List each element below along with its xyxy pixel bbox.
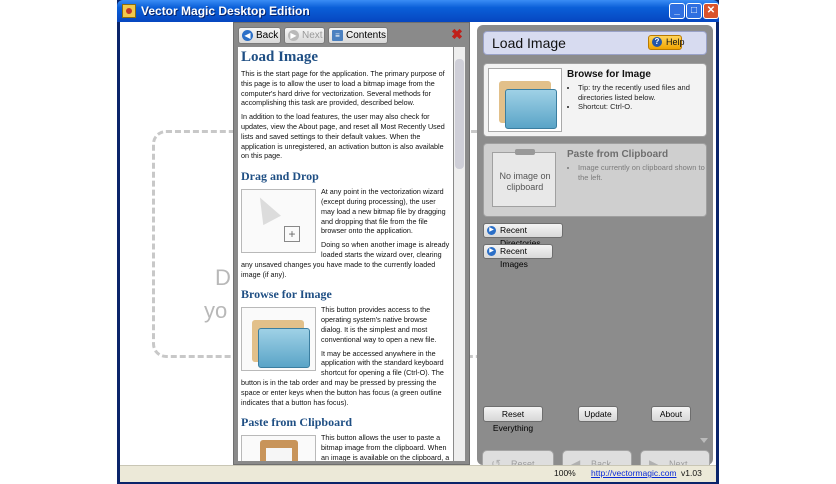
back-arrow-icon: ◀ [242, 30, 253, 41]
scroll-down-icon[interactable] [700, 438, 708, 443]
status-bar: 100% http://vectormagic.com v1.03 [120, 465, 716, 482]
browse-for-image-button[interactable]: Browse for Image Tip: try the recently u… [483, 63, 707, 137]
recent-directories-expander[interactable]: ▶ Recent Directories [483, 223, 563, 248]
clipboard-illustration [241, 435, 316, 461]
help-button[interactable]: ? Help [648, 35, 685, 50]
update-button[interactable]: Update [578, 406, 618, 422]
help-button-label: Help [666, 37, 685, 47]
help-heading-paste: Paste from Clipboard [241, 415, 353, 430]
maximize-button[interactable]: □ [686, 3, 702, 19]
drop-zone-text-2: yo [204, 298, 228, 323]
version-label: v1.03 [681, 468, 702, 478]
clipboard-title: Paste from Clipboard [567, 149, 669, 160]
help-next-label: Next [302, 30, 323, 41]
question-icon: ? [652, 37, 662, 47]
recent-images-label: Recent Images [500, 246, 528, 269]
help-scrollbar-thumb[interactable] [455, 59, 464, 169]
help-title: Load Image [241, 49, 319, 65]
help-contents-label: Contents [346, 30, 387, 41]
app-logo-icon [122, 4, 136, 18]
cursor-arrow-icon [251, 192, 281, 226]
clipboard-tip-1: Image currently on clipboard shown to th… [578, 163, 710, 182]
help-content: Load Image This is the start page for th… [238, 47, 453, 461]
wizard-title: Load Image [492, 35, 566, 51]
wizard-header: Load Image ? Help [483, 31, 707, 55]
help-intro-paragraph-1: This is the start page for the applicati… [241, 69, 445, 108]
contents-list-icon: ≡ [332, 30, 343, 41]
help-next-button[interactable]: ▶ Next [284, 27, 325, 44]
browse-tips: Tip: try the recently used files and dir… [570, 83, 710, 112]
help-toolbar: ◀ Back ▶ Next ≡ Contents [238, 27, 466, 45]
clipboard-placeholder: No image on clipboard [499, 171, 551, 192]
wizard-panel: Load Image ? Help Browse for Image Tip: … [477, 25, 713, 465]
browse-folder-image [488, 68, 562, 132]
browse-tip-1: Tip: try the recently used files and dir… [578, 83, 710, 102]
folder-front-icon [258, 328, 310, 369]
website-link[interactable]: http://vectormagic.com [591, 466, 677, 481]
browse-tip-2: Shortcut: Ctrl-O. [578, 102, 710, 112]
help-scrollbar[interactable] [454, 47, 465, 461]
minimize-button[interactable]: _ [669, 3, 685, 19]
help-heading-browse: Browse for Image [241, 287, 332, 302]
zoom-level: 100% [554, 468, 576, 478]
title-bar[interactable]: Vector Magic Desktop Edition _ □ ✕ [117, 0, 719, 22]
plus-icon: + [284, 226, 300, 243]
paste-from-clipboard-button[interactable]: No image on clipboard Paste from Clipboa… [483, 143, 707, 217]
clipboard-preview: No image on clipboard [492, 149, 556, 207]
reset-everything-button[interactable]: Reset Everything [483, 406, 543, 433]
help-close-icon[interactable]: ✖ [450, 27, 464, 41]
help-heading-drag-drop: Drag and Drop [241, 169, 319, 184]
clipboard-icon [260, 440, 298, 461]
clipboard-clip-icon [515, 149, 535, 155]
expand-arrow-icon: ▶ [487, 226, 496, 235]
open-folder-front-icon [505, 89, 557, 129]
close-window-button[interactable]: ✕ [703, 3, 719, 19]
client-area: D yo ◀ Back ▶ Next ≡ Contents ✖ Load Ima… [120, 22, 716, 481]
clipboard-tips: Image currently on clipboard shown to th… [570, 163, 710, 182]
window-title: Vector Magic Desktop Edition [141, 4, 310, 18]
drag-drop-illustration: + [241, 189, 316, 254]
help-intro-paragraph-2: In addition to the load features, the us… [241, 112, 445, 161]
expand-arrow-icon: ▶ [487, 247, 496, 256]
browse-title: Browse for Image [567, 69, 651, 80]
about-button[interactable]: About [651, 406, 691, 422]
browse-folder-illustration [241, 307, 316, 372]
help-contents-button[interactable]: ≡ Contents [328, 27, 388, 44]
help-back-label: Back [256, 30, 279, 41]
app-window: Vector Magic Desktop Edition _ □ ✕ D yo … [117, 0, 719, 484]
help-panel: ◀ Back ▶ Next ≡ Contents ✖ Load Image Th… [233, 22, 470, 465]
next-arrow-icon: ▶ [288, 30, 299, 41]
help-back-button[interactable]: ◀ Back [238, 27, 281, 44]
recent-images-expander[interactable]: ▶ Recent Images [483, 244, 553, 269]
drop-zone-text-1: D [215, 265, 231, 290]
